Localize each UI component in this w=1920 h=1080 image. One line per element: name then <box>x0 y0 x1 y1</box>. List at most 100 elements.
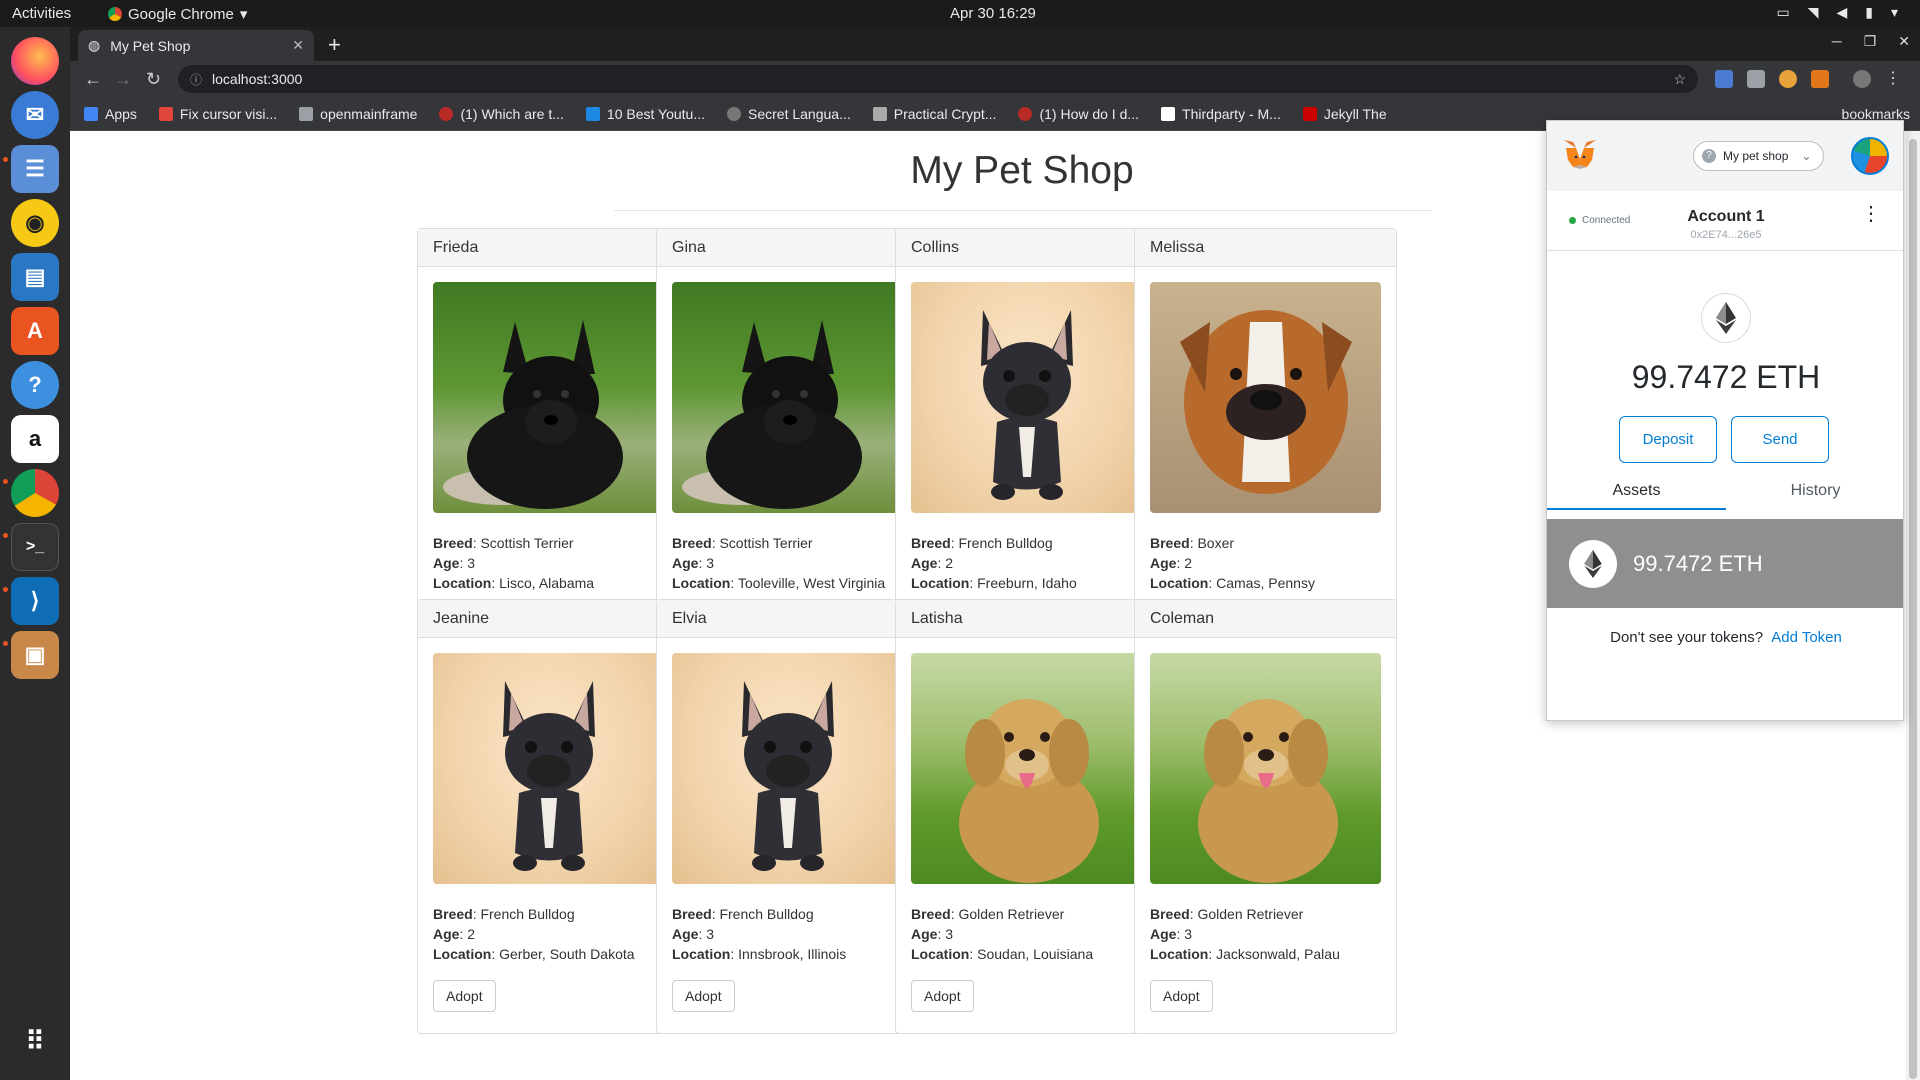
chrome-icon[interactable] <box>11 469 59 517</box>
pet-card: Elvia Breed: French Bulldog Age: 3 Location… <box>656 599 919 1034</box>
rhythmbox-icon[interactable]: ◉ <box>11 199 59 247</box>
adopt-button[interactable]: Adopt <box>433 980 496 1012</box>
amazon-icon[interactable]: a <box>11 415 59 463</box>
age-label: Age <box>911 926 938 942</box>
extension-icon[interactable] <box>1779 70 1797 88</box>
send-button[interactable]: Send <box>1731 416 1829 463</box>
maximize-icon[interactable]: ❐ <box>1864 33 1877 50</box>
clock[interactable]: Apr 30 16:29 <box>950 5 1036 22</box>
minimize-icon[interactable]: ─ <box>1832 33 1842 50</box>
pet-breed: French Bulldog <box>480 906 575 922</box>
bookmark-star-icon[interactable]: ☆ <box>1673 71 1686 88</box>
new-tab-button[interactable]: + <box>328 32 341 58</box>
eth-logo-icon <box>1701 293 1751 343</box>
pet-location-row: Location: Jacksonwald, Palau <box>1150 946 1340 962</box>
bookmark-item[interactable]: Practical Crypt... <box>872 106 996 122</box>
chevron-down-icon: ⌄ <box>1801 149 1812 163</box>
pet-name: Latisha <box>896 600 1157 638</box>
folder-icon <box>299 107 314 121</box>
close-tab-icon[interactable]: ✕ <box>292 37 304 54</box>
bookmark-item[interactable]: openmainframe <box>299 106 417 122</box>
account-address[interactable]: 0x2E74...26e5 <box>1547 229 1905 241</box>
pet-info: Breed: French Bulldog Age: 2 Location: Fre… <box>911 533 1077 593</box>
system-tray[interactable]: ▭ ◥ ◀ ▮ ▾ <box>1776 4 1898 21</box>
breed-label: Breed <box>911 535 951 551</box>
mail-icon[interactable]: ✉ <box>11 91 59 139</box>
back-icon[interactable]: ← <box>84 69 102 90</box>
metamask-fox-icon[interactable] <box>1563 139 1597 169</box>
page-scrollbar[interactable] <box>1906 131 1920 1080</box>
bookmark-item[interactable]: (1) How do I d... <box>1018 106 1139 122</box>
pet-name: Frieda <box>418 229 679 267</box>
close-window-icon[interactable]: ✕ <box>1898 33 1910 50</box>
vscode-icon[interactable]: ⟩ <box>11 577 59 625</box>
bookmark-item[interactable]: Jekyll The <box>1302 106 1387 122</box>
metamask-extension-icon[interactable] <box>1811 70 1829 88</box>
breed-label: Breed <box>433 906 473 922</box>
account-bar: Connected Account 1 0x2E74...26e5 ⋮ <box>1547 191 1903 251</box>
quora-icon <box>1018 107 1033 121</box>
adopt-button[interactable]: Adopt <box>1150 980 1213 1012</box>
pet-photo <box>433 653 664 884</box>
power-menu-icon: ▾ <box>1890 4 1898 20</box>
adopt-button[interactable]: Adopt <box>672 980 735 1012</box>
account-avatar[interactable] <box>1851 137 1889 175</box>
pet-location: Camas, Pennsy <box>1216 575 1315 591</box>
bookmark-favicon <box>727 107 741 121</box>
adopt-button[interactable]: Adopt <box>911 980 974 1012</box>
location-label: Location <box>911 575 970 591</box>
bookmark-item[interactable]: (1) Which are t... <box>439 106 564 122</box>
account-name[interactable]: Account 1 <box>1547 208 1905 226</box>
age-label: Age <box>911 555 938 571</box>
bookmark-item[interactable]: 10 Best Youtu... <box>585 106 705 122</box>
pet-card: Jeanine Breed: French Bulldog Age: 2 Locati… <box>417 599 680 1034</box>
show-apps-icon[interactable]: ⠿ <box>11 1017 59 1065</box>
app-menu[interactable]: Google Chrome ▾ <box>108 5 247 23</box>
battery-icon: ▮ <box>1865 4 1873 20</box>
wifi-icon: ◥ <box>1807 4 1819 20</box>
files-icon[interactable]: ☰ <box>11 145 59 193</box>
asset-row-eth[interactable]: 99.7472 ETH <box>1547 519 1903 608</box>
reload-icon[interactable]: ↻ <box>146 69 161 90</box>
software-icon[interactable]: A <box>11 307 59 355</box>
writer-icon[interactable]: ▤ <box>11 253 59 301</box>
package-icon[interactable]: ▣ <box>11 631 59 679</box>
account-options-icon[interactable]: ⋮ <box>1861 204 1881 224</box>
location-label: Location <box>1150 946 1209 962</box>
bookmark-item[interactable]: Secret Langua... <box>727 106 851 122</box>
breed-label: Breed <box>911 906 951 922</box>
browser-toolbar: ← → ↻ ⓘ localhost:3000 ☆ ⋮ <box>70 61 1920 98</box>
quora-icon <box>439 107 454 121</box>
activities-button[interactable]: Activities <box>12 5 71 22</box>
help-icon[interactable]: ? <box>11 361 59 409</box>
pet-age-row: Age: 2 <box>911 555 954 571</box>
pet-location-row: Location: Innsbrook, Illinois <box>672 946 847 962</box>
breed-label: Breed <box>672 906 712 922</box>
add-token-link[interactable]: Add Token <box>1771 629 1842 646</box>
pet-age: 2 <box>1184 555 1193 571</box>
translate-extension-icon[interactable] <box>1715 70 1733 88</box>
network-selector[interactable]: ? My pet shop ⌄ <box>1693 141 1825 171</box>
pet-age-row: Age: 2 <box>1150 555 1193 571</box>
pet-name: Coleman <box>1135 600 1396 638</box>
bookmark-item[interactable]: Apps <box>84 106 137 122</box>
tab-my-pet-shop[interactable]: ◍ My Pet Shop ✕ <box>78 30 314 61</box>
bookmark-item[interactable]: Fix cursor visi... <box>158 106 277 122</box>
pet-breed-row: Breed: French Bulldog <box>433 906 575 922</box>
deposit-button[interactable]: Deposit <box>1619 416 1717 463</box>
more-menu-icon[interactable]: ⋮ <box>1885 70 1901 88</box>
bookmark-item[interactable]: Thirdparty - M... <box>1161 106 1281 122</box>
pet-location-row: Location: Gerber, South Dakota <box>433 946 635 962</box>
tab-history[interactable]: History <box>1726 479 1905 510</box>
pet-breed: Scottish Terrier <box>480 535 574 551</box>
extension-icon[interactable] <box>1747 70 1765 88</box>
terminal-icon[interactable]: >_ <box>11 523 59 571</box>
address-bar[interactable]: ⓘ localhost:3000 ☆ <box>178 65 1698 93</box>
tab-assets[interactable]: Assets <box>1547 479 1726 510</box>
profile-avatar[interactable] <box>1853 70 1871 88</box>
firefox-icon[interactable] <box>11 37 59 85</box>
wallet-tabs: Assets History <box>1547 479 1905 510</box>
pet-name: Elvia <box>657 600 918 638</box>
scrollbar-thumb[interactable] <box>1909 139 1917 1079</box>
forward-icon[interactable]: → <box>114 69 132 90</box>
